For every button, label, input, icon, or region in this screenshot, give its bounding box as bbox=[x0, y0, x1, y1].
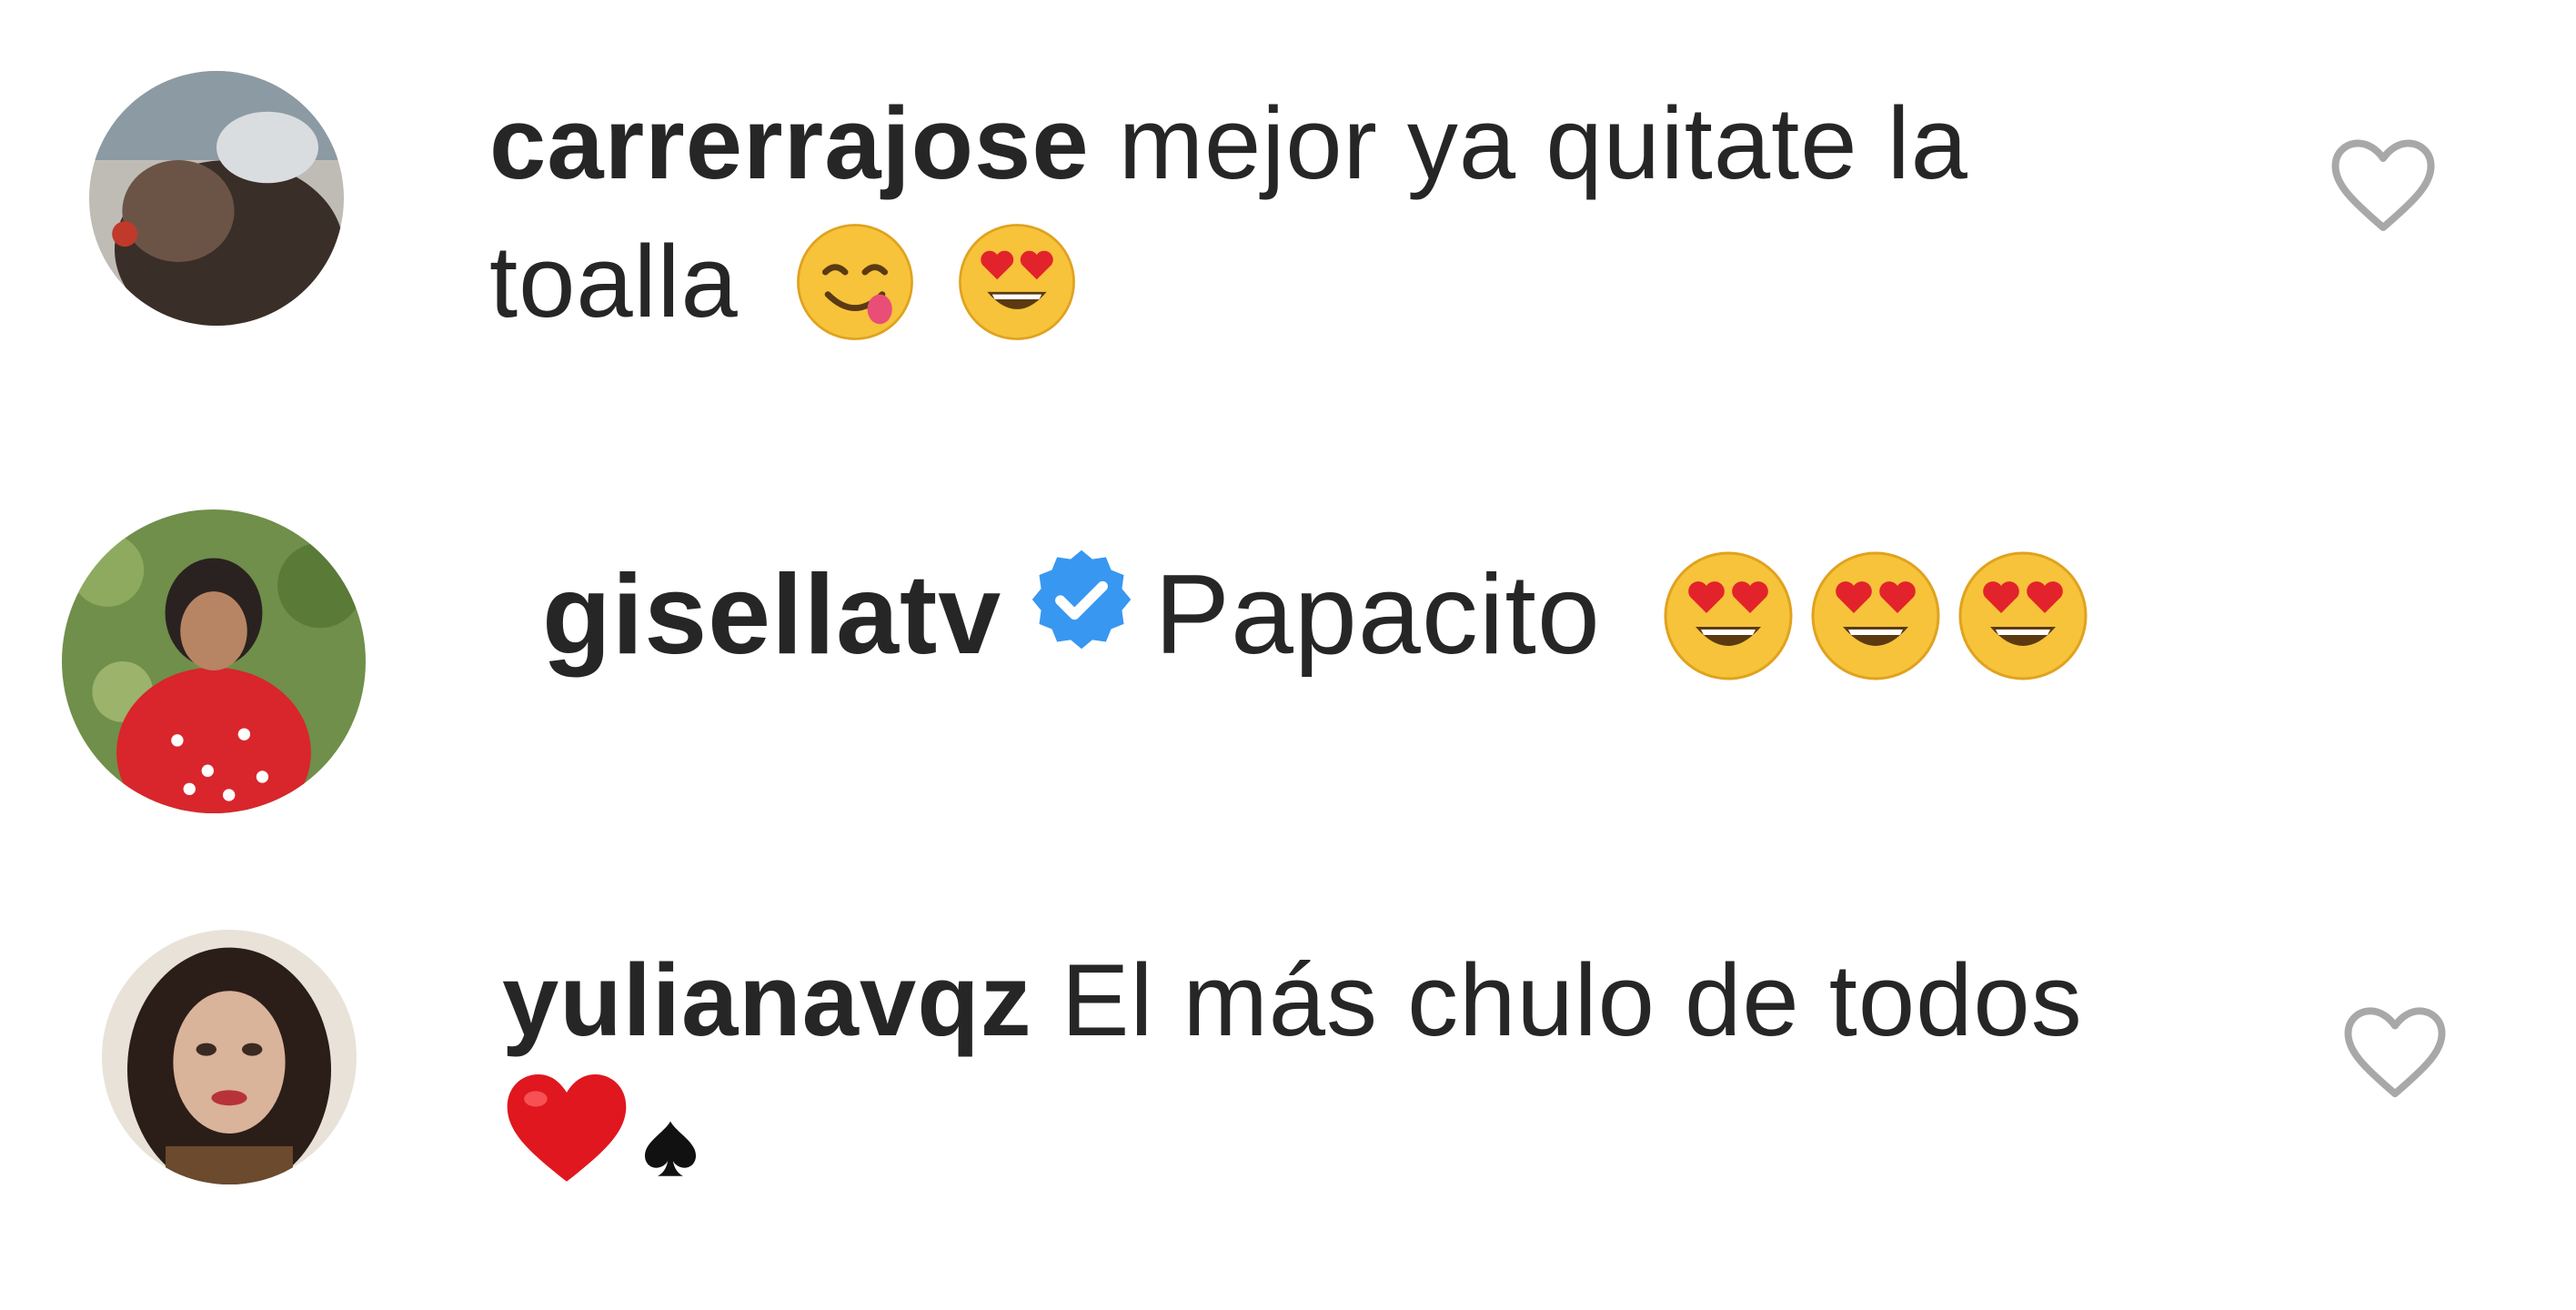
comment-text: carrerrajose mejor ya quitate la bbox=[489, 76, 1968, 211]
comment-text: yulianavqz El más chulo de todos bbox=[502, 933, 2083, 1068]
spade-suit-emoji bbox=[639, 1116, 702, 1180]
comment-text: gisellatv Papacito bbox=[542, 548, 2091, 694]
avatar-photo bbox=[62, 509, 366, 813]
like-button[interactable] bbox=[2329, 136, 2438, 237]
comment-body: toalla bbox=[489, 225, 739, 338]
comment-item: gisellatv Papacito bbox=[0, 491, 2576, 855]
avatar[interactable] bbox=[102, 930, 357, 1184]
avatar-photo bbox=[102, 930, 357, 1184]
heart-outline-icon bbox=[2331, 139, 2435, 231]
yum-face-emoji bbox=[793, 220, 917, 344]
comment-username[interactable]: carrerrajose bbox=[489, 86, 1090, 200]
comment-username[interactable]: gisellatv bbox=[542, 552, 1001, 678]
avatar[interactable] bbox=[62, 509, 366, 813]
heart-outline-icon bbox=[2344, 1007, 2446, 1098]
verified-badge-icon bbox=[1025, 543, 1138, 685]
avatar-photo bbox=[89, 71, 344, 326]
comment-body: mejor ya quitate la bbox=[1118, 86, 1968, 200]
comment-item: yulianavqz El más chulo de todos bbox=[0, 910, 2576, 1310]
comment-body: El más chulo de todos bbox=[1061, 943, 2083, 1057]
comment-text-line2: toalla bbox=[489, 215, 1079, 351]
heart-eyes-emoji bbox=[1955, 548, 2091, 684]
heart-eyes-emoji bbox=[1807, 548, 1944, 684]
heart-eyes-emoji bbox=[955, 220, 1079, 344]
like-button[interactable] bbox=[2341, 1004, 2449, 1103]
comment-body: Papacito bbox=[1154, 552, 1601, 678]
avatar[interactable] bbox=[89, 71, 344, 326]
red-heart-emoji bbox=[502, 1065, 631, 1194]
heart-eyes-emoji bbox=[1660, 548, 1796, 684]
comment-item: carrerrajose mejor ya quitate la toalla bbox=[0, 0, 2576, 418]
comment-text-line2 bbox=[502, 1063, 702, 1202]
comment-username[interactable]: yulianavqz bbox=[502, 943, 1032, 1057]
